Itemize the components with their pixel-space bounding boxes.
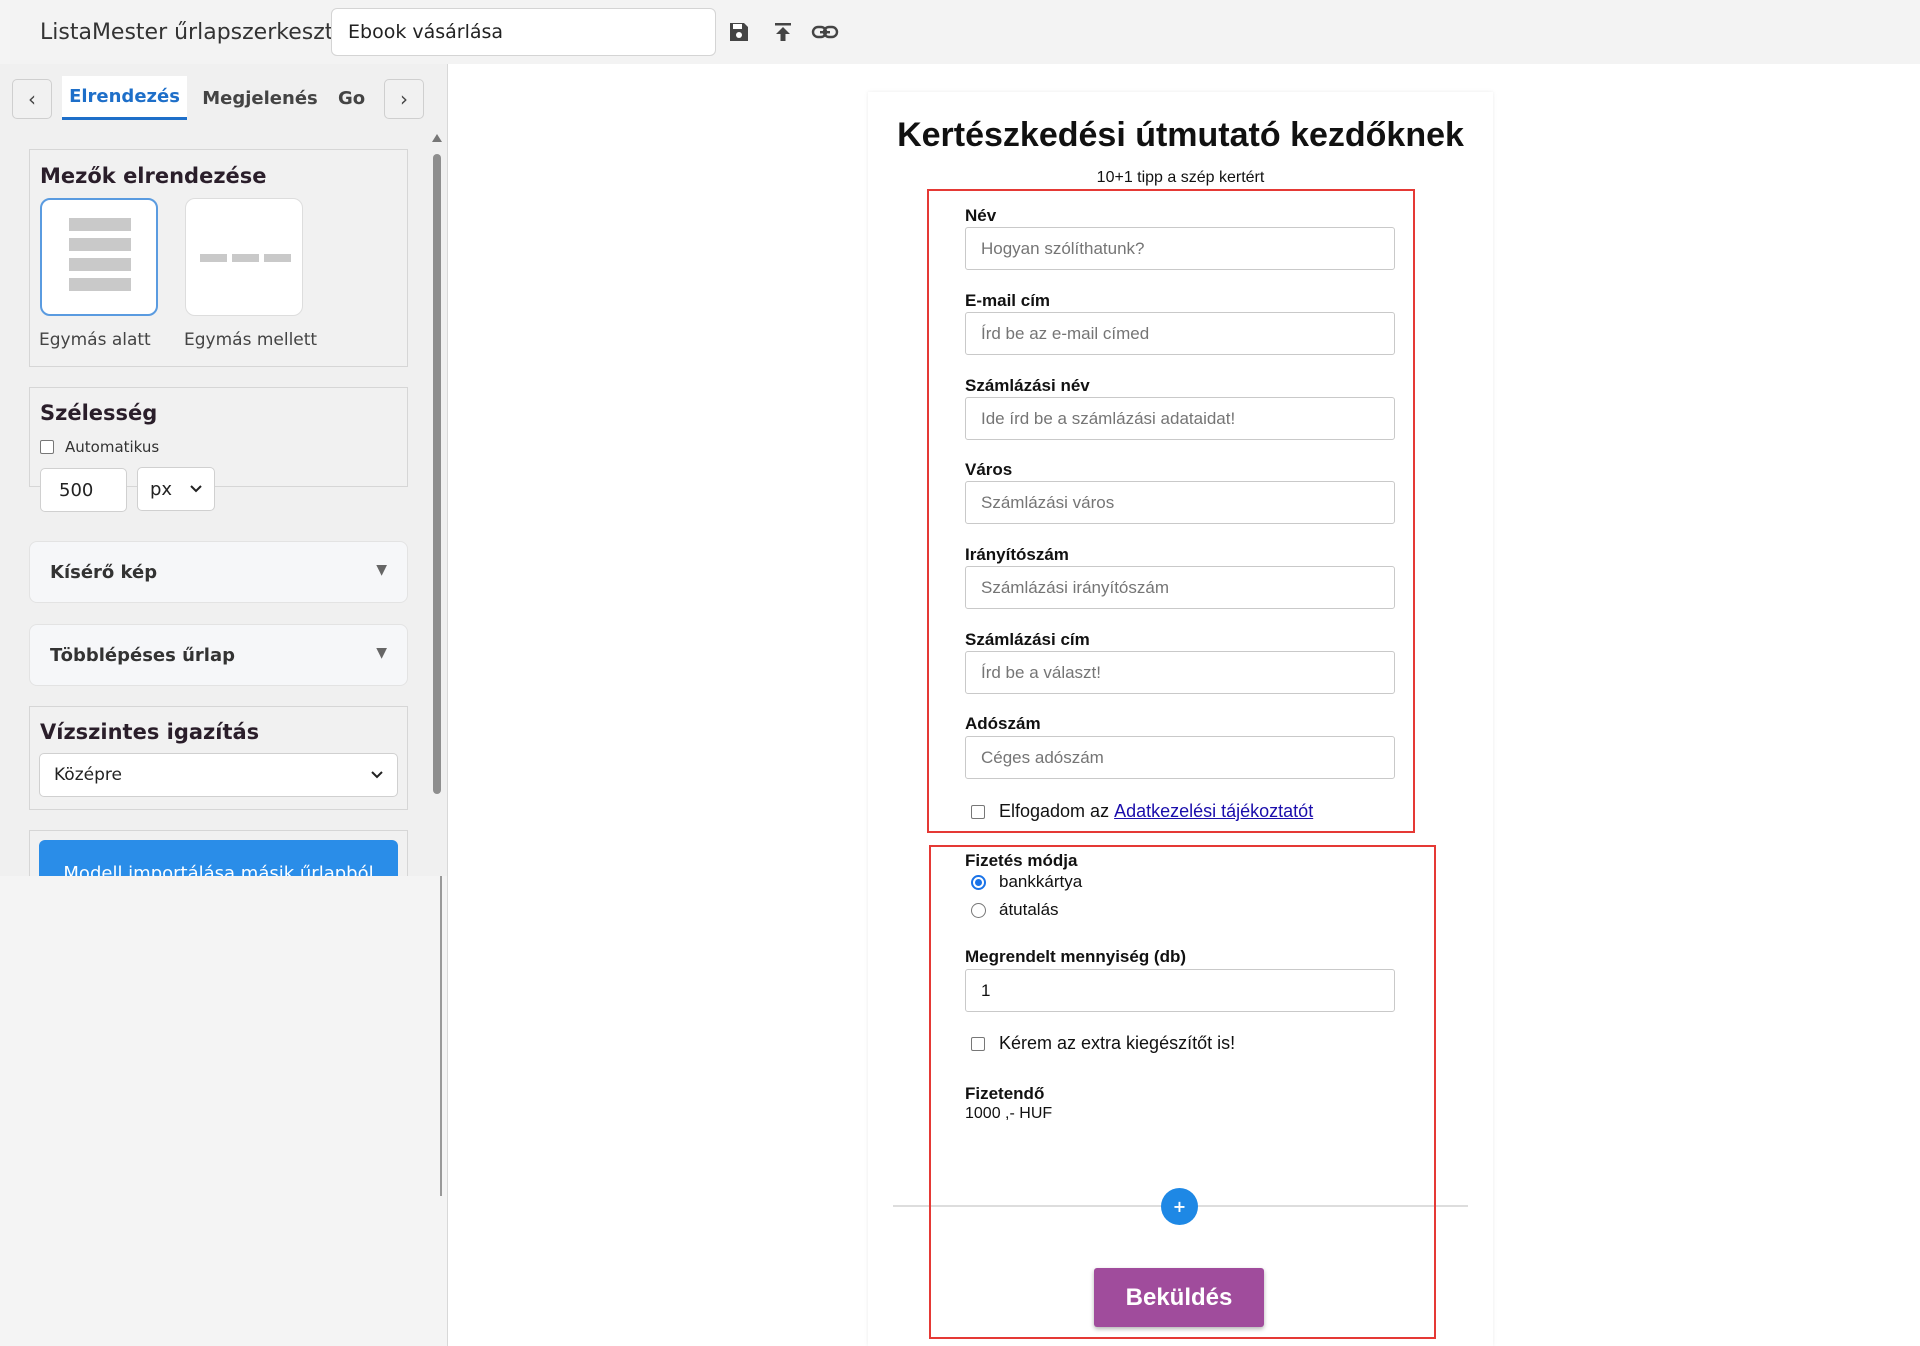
accordion-multistep-form[interactable]: Többlépéses űrlap ▼	[29, 624, 408, 686]
layout-inline-bar	[200, 254, 227, 262]
accordion-companion-image[interactable]: Kísérő kép ▼	[29, 541, 408, 603]
width-value-input[interactable]: 500	[40, 468, 127, 512]
auto-width-row: Automatikus	[40, 438, 159, 456]
tab-next-button[interactable]: ›	[384, 79, 424, 119]
quantity-label: Megrendelt mennyiség (db)	[965, 947, 1187, 966]
tab-prev-button[interactable]: ‹	[12, 79, 52, 119]
layout-inline-bar	[264, 254, 291, 262]
top-bar: ListaMester űrlapszerkesztő: Ebook vásár…	[10, 0, 1910, 64]
layout-stacked-option[interactable]	[40, 198, 158, 316]
caret-down-icon: ▼	[376, 562, 387, 578]
field-label-billing-address: Számlázási cím	[965, 630, 1090, 649]
app-title: ListaMester űrlapszerkesztő:	[40, 19, 355, 45]
auto-width-label: Automatikus	[65, 438, 160, 456]
settings-sidebar: ‹ Elrendezés Megjelenés Go › Mezők elren…	[0, 64, 447, 936]
payment-option-transfer[interactable]: átutalás	[971, 900, 1059, 920]
privacy-link[interactable]: Adatkezelési tájékoztatót	[1114, 801, 1313, 822]
alignment-value: Középre	[54, 765, 122, 785]
layout-stacked-bar	[69, 238, 131, 251]
sidebar-empty-area	[0, 876, 440, 1346]
scroll-thumb[interactable]	[433, 154, 441, 794]
name-input[interactable]: Hogyan szólíthatunk?	[965, 227, 1395, 270]
layout-inline-option[interactable]	[185, 198, 303, 316]
canvas-divider	[447, 64, 448, 1346]
total-value: 1000 ,- HUF	[965, 1105, 1053, 1122]
extra-label: Kérem az extra kiegészítőt is!	[999, 1033, 1236, 1053]
field-label-zip: Irányítószám	[965, 545, 1069, 564]
privacy-checkbox[interactable]	[971, 804, 985, 819]
fields-layout-title: Mezők elrendezése	[40, 164, 267, 188]
layout-stacked-bar	[69, 258, 131, 271]
import-model-label: Modell importálása másik űrlapból	[63, 863, 374, 876]
extra-checkbox[interactable]	[971, 1036, 985, 1051]
zip-input[interactable]: Számlázási irányítószám	[965, 566, 1395, 609]
tab-appearance[interactable]: Megjelenés	[200, 76, 320, 120]
width-title: Szélesség	[40, 401, 158, 425]
privacy-row: Elfogadom az Adatkezelési tájékoztatót	[971, 801, 1313, 822]
alignment-select[interactable]: Középre	[39, 753, 398, 797]
payment-option-card[interactable]: bankkártya	[971, 872, 1082, 892]
field-label-email: E-mail cím	[965, 291, 1051, 310]
billing-address-input[interactable]: Írd be a választ!	[965, 651, 1395, 694]
scroll-up-icon[interactable]	[432, 134, 442, 142]
sidebar-divider	[440, 876, 442, 1196]
link-icon[interactable]	[810, 17, 840, 47]
width-panel: Szélesség Automatikus 500	[29, 387, 408, 512]
field-label-name: Név	[965, 206, 997, 225]
caret-down-icon: ▼	[376, 645, 387, 661]
fields-layout-panel: Mezők elrendezése Egymás alatt Egymás me…	[29, 149, 408, 367]
layout-stacked-bar	[69, 218, 131, 231]
payment-transfer-label: átutalás	[999, 900, 1059, 919]
payment-card-radio[interactable]	[971, 874, 986, 890]
layout-stacked-bar	[69, 278, 131, 291]
alignment-title: Vízszintes igazítás	[40, 720, 260, 744]
form-name-input[interactable]: Ebook vásárlása	[331, 8, 716, 56]
email-input[interactable]: Írd be az e-mail címed	[965, 312, 1395, 355]
billing-name-input[interactable]: Ide írd be a számlázási adataidat!	[965, 397, 1395, 440]
form-title[interactable]: Kertészkedési útmutató kezdőknek	[868, 116, 1493, 155]
field-label-tax-number: Adószám	[965, 714, 1041, 733]
upload-icon[interactable]	[768, 17, 798, 47]
chevron-down-icon	[190, 485, 202, 493]
save-icon[interactable]	[724, 17, 754, 47]
payment-method-label: Fizetés módja	[965, 851, 1078, 870]
field-label-billing-name: Számlázási név	[965, 376, 1090, 395]
submit-button[interactable]: Beküldés	[1094, 1268, 1264, 1327]
chevron-down-icon	[371, 771, 383, 779]
layout-inline-label: Egymás mellett	[184, 330, 318, 350]
total-label: Fizetendő	[965, 1084, 1045, 1103]
accordion-multistep-label: Többlépéses űrlap	[50, 644, 235, 666]
tab-go[interactable]: Go	[338, 76, 378, 120]
import-model-button[interactable]: Modell importálása másik űrlapból	[39, 840, 398, 876]
field-label-city: Város	[965, 460, 1013, 479]
layout-stacked-label: Egymás alatt	[39, 330, 151, 350]
add-field-button[interactable]: +	[1161, 1188, 1198, 1225]
layout-inline-bar	[232, 254, 259, 262]
sidebar-tabs: ‹ Elrendezés Megjelenés Go ›	[12, 76, 424, 120]
quantity-input[interactable]: 1	[965, 969, 1395, 1012]
city-input[interactable]: Számlázási város	[965, 481, 1395, 524]
privacy-prefix: Elfogadom az	[999, 801, 1110, 821]
tax-number-input[interactable]: Céges adószám	[965, 736, 1395, 779]
auto-width-checkbox[interactable]	[40, 440, 54, 454]
tab-layout[interactable]: Elrendezés	[62, 76, 187, 120]
form-preview: Kertészkedési útmutató kezdőknek 10+1 ti…	[868, 92, 1493, 1346]
payment-card-label: bankkártya	[999, 872, 1083, 891]
form-subtitle[interactable]: 10+1 tipp a szép kertért	[868, 169, 1493, 187]
width-unit-value: px	[150, 478, 173, 500]
extra-row: Kérem az extra kiegészítőt is!	[971, 1033, 1235, 1054]
sidebar-scrollbar[interactable]	[430, 134, 444, 940]
payment-transfer-radio[interactable]	[971, 902, 986, 918]
width-unit-select[interactable]: px	[137, 467, 215, 511]
accordion-companion-image-label: Kísérő kép	[50, 561, 158, 583]
